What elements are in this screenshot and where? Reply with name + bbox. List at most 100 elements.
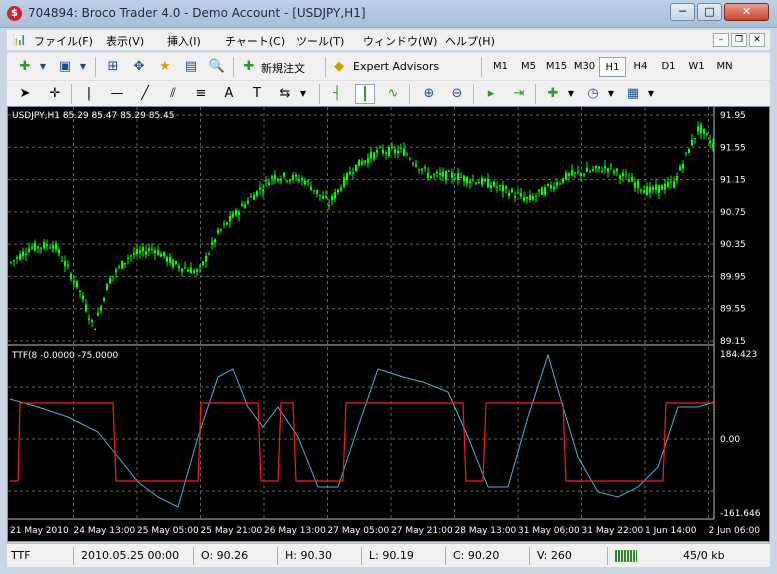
chart-window[interactable]: 91.95 91.55 91.15 90.75 90.35 89.95 89.55 89.15…: [7, 106, 770, 542]
timeframe-m15[interactable]: M15: [543, 57, 570, 77]
market-watch-icon[interactable]: ⊞: [103, 57, 123, 77]
text-label-icon[interactable]: T: [247, 84, 267, 104]
time-axis-label: 25 May 05:00: [137, 526, 199, 536]
favorites-icon[interactable]: ★: [155, 57, 175, 77]
candle-body: [475, 182, 477, 185]
periods-clock-icon[interactable]: ◷: [583, 84, 603, 104]
candle-body: [145, 251, 147, 255]
candle-body: [421, 168, 423, 171]
candle-body: [247, 200, 249, 204]
candle-body: [490, 185, 492, 189]
candle-body: [520, 193, 522, 197]
expert-advisors-icon[interactable]: ◆: [329, 57, 349, 77]
mdi-close-button[interactable]: ✕: [749, 33, 765, 47]
mdi-restore-button[interactable]: ❐: [731, 33, 747, 47]
horizontal-line-icon[interactable]: —: [107, 84, 127, 104]
candle-body: [265, 179, 267, 181]
new-order-button[interactable]: 新規注文: [261, 60, 305, 76]
zoom-in-icon[interactable]: ⊕: [419, 84, 439, 104]
candle-body: [73, 280, 75, 283]
candlestick-icon[interactable]: ┃: [355, 84, 375, 104]
close-button[interactable]: ✕: [724, 3, 769, 21]
dropdown-arrow-icon[interactable]: ▼: [33, 57, 53, 77]
menu-file-icon[interactable]: 📊: [13, 33, 27, 46]
candle-body: [124, 262, 126, 265]
text-icon[interactable]: A: [219, 84, 239, 104]
strategy-tester-icon[interactable]: 🔍: [207, 57, 227, 77]
dropdown-arrow-icon[interactable]: ▼: [73, 57, 93, 77]
menu-tools[interactable]: ツール(T): [296, 33, 344, 49]
minimize-button[interactable]: ─: [670, 3, 695, 21]
candle-body: [592, 169, 594, 171]
candle-body: [379, 146, 381, 148]
menu-file[interactable]: ファイル(F): [34, 33, 93, 49]
menu-window[interactable]: ウィンドウ(W): [363, 33, 437, 49]
cursor-icon[interactable]: ➤: [15, 84, 35, 104]
timeframe-d1[interactable]: D1: [655, 57, 682, 77]
timeframe-h1[interactable]: H1: [599, 57, 626, 77]
candle-body: [49, 247, 51, 249]
candle-body: [388, 146, 390, 157]
candle-body: [169, 257, 171, 263]
maximize-button[interactable]: □: [697, 3, 722, 21]
status-separator: [73, 547, 74, 565]
arrows-icon[interactable]: ⇆: [275, 84, 295, 104]
profiles-icon[interactable]: ▣: [55, 57, 75, 77]
navigator-icon[interactable]: ✥: [129, 57, 149, 77]
price-axis-label: 91.55: [720, 143, 746, 153]
autoscroll-icon[interactable]: ▸: [481, 84, 501, 104]
candle-body: [88, 318, 90, 321]
chart-shift-icon[interactable]: ⇥: [509, 84, 529, 104]
candle-body: [253, 195, 255, 200]
new-order-icon[interactable]: ✚: [239, 57, 259, 77]
candle-body: [646, 186, 648, 195]
candle-body: [517, 192, 519, 194]
dropdown-arrow-icon[interactable]: ▼: [601, 84, 621, 104]
dropdown-arrow-icon[interactable]: ▼: [561, 84, 581, 104]
timeframe-m1[interactable]: M1: [487, 57, 514, 77]
candle-body: [685, 152, 687, 154]
candle-body: [571, 170, 573, 176]
timeframe-mn[interactable]: MN: [711, 57, 738, 77]
trendline-icon[interactable]: ╱: [135, 84, 155, 104]
new-chart-icon[interactable]: ✚: [15, 57, 35, 77]
crosshair-icon[interactable]: ✛: [45, 84, 65, 104]
timeframe-w1[interactable]: W1: [683, 57, 710, 77]
templates-icon[interactable]: ▦: [623, 84, 643, 104]
indicators-icon[interactable]: ✚: [543, 84, 563, 104]
dropdown-arrow-icon[interactable]: ▼: [293, 84, 313, 104]
vertical-line-icon[interactable]: |: [79, 84, 99, 104]
candle-body: [79, 290, 81, 292]
dropdown-arrow-icon[interactable]: ▼: [641, 84, 661, 104]
line-chart-icon[interactable]: ∿: [383, 84, 403, 104]
menu-view[interactable]: 表示(V): [106, 33, 144, 49]
candle-body: [706, 133, 708, 135]
menu-help[interactable]: ヘルプ(H): [445, 33, 495, 49]
equidistant-channel-icon[interactable]: ⫽: [163, 84, 183, 104]
fibonacci-icon[interactable]: ≡: [191, 84, 211, 104]
menu-insert[interactable]: 挿入(I): [167, 33, 201, 49]
expert-advisors-button[interactable]: Expert Advisors: [353, 60, 439, 73]
menu-chart[interactable]: チャート(C): [225, 33, 285, 49]
candle-body: [322, 196, 324, 199]
candle-body: [682, 164, 684, 168]
candle-body: [76, 280, 78, 288]
status-traffic: 45/0 kb: [683, 549, 725, 562]
mdi-minimize-button[interactable]: –: [713, 33, 729, 47]
zoom-out-icon[interactable]: ⊖: [447, 84, 467, 104]
candle-body: [349, 171, 351, 175]
candle-body: [46, 244, 48, 247]
candle-body: [307, 180, 309, 182]
price-chart[interactable]: 91.95 91.55 91.15 90.75 90.35 89.95 89.55 89.15…: [8, 107, 770, 542]
candle-body: [562, 178, 564, 183]
bar-chart-icon[interactable]: ┤: [327, 84, 347, 104]
candle-body: [628, 179, 630, 183]
candle-body: [439, 173, 441, 175]
timeframe-m30[interactable]: M30: [571, 57, 598, 77]
terminal-icon[interactable]: ▤: [181, 57, 201, 77]
candle-body: [28, 248, 30, 252]
candle-body: [277, 178, 279, 181]
timeframe-m5[interactable]: M5: [515, 57, 542, 77]
candle-body: [214, 239, 216, 243]
timeframe-h4[interactable]: H4: [627, 57, 654, 77]
